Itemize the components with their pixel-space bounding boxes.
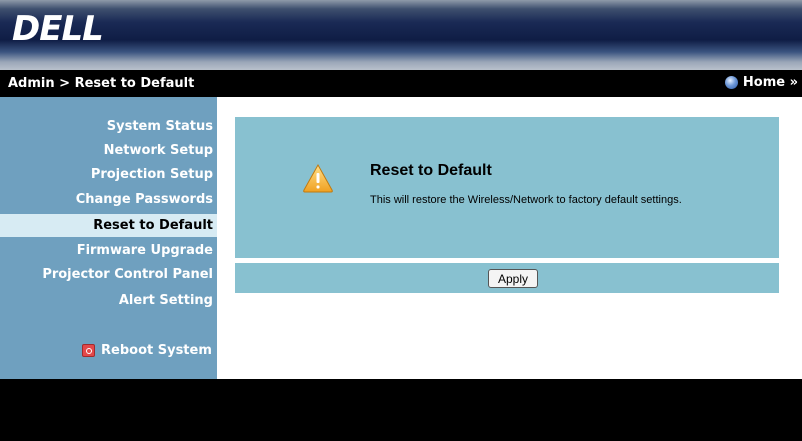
reset-panel: Reset to Default This will restore the W… (235, 117, 779, 258)
sidebar-item-projector-control-panel[interactable]: Projector Control Panel (0, 263, 217, 286)
reboot-system-link[interactable]: Reboot System (82, 343, 212, 358)
sidebar-item-projection-setup[interactable]: Projection Setup (0, 163, 217, 186)
sidebar-item-system-status[interactable]: System Status (0, 115, 217, 138)
sidebar: System Status Network Setup Projection S… (0, 97, 217, 379)
main-content: Reset to Default This will restore the W… (217, 97, 802, 379)
home-link[interactable]: Home » (724, 75, 798, 90)
home-globe-icon (724, 76, 738, 89)
sidebar-item-alert-setting[interactable]: Alert Setting (0, 289, 217, 312)
home-link-label: Home » (742, 75, 798, 90)
apply-bar: Apply (235, 263, 779, 293)
header-banner: DELL (0, 0, 802, 70)
reset-description: This will restore the Wireless/Network t… (370, 194, 682, 206)
sidebar-item-firmware-upgrade[interactable]: Firmware Upgrade (0, 239, 217, 262)
breadcrumb: Admin > Reset to Default (8, 76, 195, 91)
footer (0, 379, 802, 441)
sidebar-item-reset-to-default[interactable]: Reset to Default (0, 214, 217, 237)
power-icon (82, 344, 95, 357)
dell-logo: DELL (12, 9, 104, 49)
title-bar: Admin > Reset to Default Home » (0, 70, 802, 97)
warning-icon (303, 163, 333, 193)
apply-button[interactable]: Apply (488, 269, 538, 288)
reboot-system-label: Reboot System (101, 343, 212, 358)
sidebar-item-network-setup[interactable]: Network Setup (0, 139, 217, 162)
sidebar-item-change-passwords[interactable]: Change Passwords (0, 188, 217, 211)
page-title: Reset to Default (370, 162, 492, 179)
